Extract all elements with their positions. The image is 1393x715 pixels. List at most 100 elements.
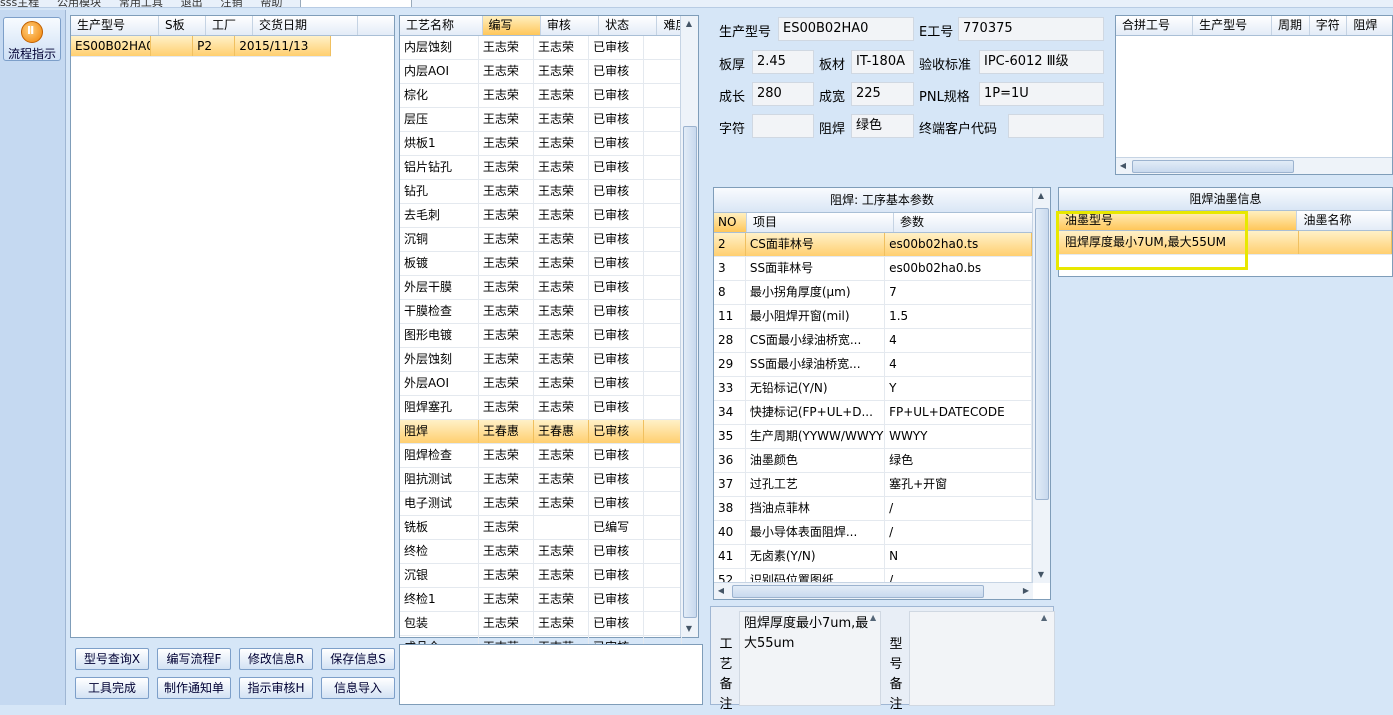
menu-item-exit[interactable]: 退出 [181, 0, 203, 7]
merge-grid[interactable]: 合拼工号 生产型号 周期 字符 阻焊 ◀ [1115, 15, 1393, 175]
menu-item-tools[interactable]: 常用工具 [119, 0, 163, 7]
process-row[interactable]: 板镀 王志荣 王志荣 已审核 [400, 252, 682, 276]
process-row[interactable]: 内层AOI 王志荣 王志荣 已审核 [400, 60, 682, 84]
process-row[interactable]: 外层干膜 王志荣 王志荣 已审核 [400, 276, 682, 300]
col-merge-number[interactable]: 合拼工号 [1116, 16, 1194, 35]
col-solder-mask[interactable]: 阻焊 [1347, 16, 1392, 35]
process-row[interactable]: 终检 王志荣 王志荣 已审核 [400, 540, 682, 564]
character-field[interactable] [752, 114, 814, 138]
col-process-name[interactable]: 工艺名称 [400, 16, 483, 35]
col-reviewer[interactable]: 审核 [541, 16, 600, 35]
material-field[interactable]: IT-180A [851, 50, 914, 74]
scroll-down-icon[interactable]: ▼ [1033, 567, 1049, 583]
note-scroll-up-icon[interactable]: ▲ [870, 613, 880, 622]
process-row[interactable]: 终检1 王志荣 王志荣 已审核 [400, 588, 682, 612]
menu-item-logout[interactable]: 注销 [221, 0, 243, 7]
save-info-button[interactable]: 保存信息S [321, 648, 395, 670]
col-status[interactable]: 状态 [599, 16, 658, 35]
scroll-thumb[interactable] [1132, 160, 1294, 173]
merge-horizontal-scrollbar[interactable]: ◀ [1116, 157, 1392, 174]
process-row[interactable]: 钻孔 王志荣 王志荣 已审核 [400, 180, 682, 204]
parameter-row[interactable]: 40 最小导体表面阻焊... / [714, 521, 1032, 545]
e-number-field[interactable]: 770375 [958, 17, 1104, 41]
model-field[interactable]: ES00B02HA0 [778, 17, 914, 41]
parameter-row[interactable]: 41 无卤素(Y/N) N [714, 545, 1032, 569]
menu-item-common[interactable]: 公用模块 [57, 0, 101, 7]
parameter-row[interactable]: 2 CS面菲林号 es00b02ha0.ts [714, 233, 1032, 257]
process-row[interactable]: 棕化 王志荣 王志荣 已审核 [400, 84, 682, 108]
solder-mask-field[interactable]: 绿色 [851, 114, 914, 138]
process-row[interactable]: 沉铜 王志荣 王志荣 已审核 [400, 228, 682, 252]
process-row[interactable]: 去毛刺 王志荣 王志荣 已审核 [400, 204, 682, 228]
parameter-row[interactable]: 33 无铅标记(Y/N) Y [714, 377, 1032, 401]
process-row[interactable]: 阻焊检查 王志荣 王志荣 已审核 [400, 444, 682, 468]
col-delivery-date[interactable]: 交货日期 [253, 16, 358, 35]
process-row[interactable]: 阻焊 王春惠 王春惠 已审核 [400, 420, 682, 444]
flow-indicator-button[interactable]: 流程指示 [3, 17, 61, 61]
parameter-row[interactable]: 35 生产周期(YYWW/WWYY) WWYY [714, 425, 1032, 449]
parameter-row[interactable]: 29 SS面最小绿油桥宽... 4 [714, 353, 1032, 377]
pnl-field[interactable]: 1P=1U [979, 82, 1104, 106]
scroll-down-icon[interactable]: ▼ [681, 621, 697, 637]
scroll-up-icon[interactable]: ▲ [1033, 188, 1049, 204]
col-merge-model[interactable]: 生产型号 [1193, 16, 1273, 35]
process-vertical-scrollbar[interactable]: ▲ ▼ [680, 16, 698, 637]
menu-search-field[interactable] [300, 0, 413, 7]
col-writer[interactable]: 编写 [482, 16, 541, 35]
process-row[interactable]: 铣板 王志荣 已编写 [400, 516, 682, 540]
review-instruction-button[interactable]: 指示审核H [239, 677, 313, 699]
parameter-row[interactable]: 8 最小拐角厚度(μm) 7 [714, 281, 1032, 305]
scroll-thumb[interactable] [683, 126, 697, 618]
process-row[interactable]: 沉银 王志荣 王志荣 已审核 [400, 564, 682, 588]
col-oil-name[interactable]: 油墨名称 [1297, 211, 1392, 230]
col-period[interactable]: 周期 [1272, 16, 1310, 35]
col-factory[interactable]: 工厂 [206, 16, 253, 35]
scroll-right-icon[interactable]: ▶ [1019, 583, 1033, 598]
menu-item-main[interactable]: sss主程 [0, 0, 39, 7]
thickness-field[interactable]: 2.45 [752, 50, 814, 74]
col-character[interactable]: 字符 [1310, 16, 1348, 35]
parameter-row[interactable]: 37 过孔工艺 塞孔+开窗 [714, 473, 1032, 497]
scroll-thumb[interactable] [1035, 208, 1049, 500]
scroll-left-icon[interactable]: ◀ [1116, 158, 1130, 173]
write-flow-button[interactable]: 编写流程F [157, 648, 231, 670]
col-no[interactable]: NO [714, 213, 747, 232]
process-row[interactable]: 内层蚀刻 王志荣 王志荣 已审核 [400, 36, 682, 60]
process-row[interactable]: 阻抗测试 王志荣 王志荣 已审核 [400, 468, 682, 492]
parameter-row[interactable]: 11 最小阻焊开窗(mil) 1.5 [714, 305, 1032, 329]
parameter-row[interactable]: 28 CS面最小绿油桥宽... 4 [714, 329, 1032, 353]
col-item[interactable]: 项目 [747, 213, 894, 232]
process-row[interactable]: 层压 王志荣 王志荣 已审核 [400, 108, 682, 132]
make-notice-button[interactable]: 制作通知单 [157, 677, 231, 699]
process-row[interactable]: 铝片钻孔 王志荣 王志荣 已审核 [400, 156, 682, 180]
standard-field[interactable]: IPC-6012 Ⅲ级 [979, 50, 1104, 74]
col-value[interactable]: 参数 [894, 213, 1049, 232]
process-grid[interactable]: 工艺名称 编写 审核 状态 难度 内层蚀刻 王志荣 王志荣 已审核 内层AOI 王志荣 王志… [399, 15, 699, 660]
client-code-field[interactable] [1008, 114, 1104, 138]
menu-item-help[interactable]: 帮助 [260, 0, 282, 7]
modify-info-button[interactable]: 修改信息R [239, 648, 313, 670]
process-row[interactable]: 外层AOI 王志荣 王志荣 已审核 [400, 372, 682, 396]
note-scroll-up-icon-2[interactable]: ▲ [1041, 613, 1051, 622]
product-grid[interactable]: 生产型号 S板 工厂 交货日期 ES00B02HA0 P2 2015/11/13 [70, 15, 395, 638]
process-row[interactable]: 包装 王志荣 王志荣 已审核 [400, 612, 682, 636]
parameter-row[interactable]: 3 SS面菲林号 es00b02ha0.bs [714, 257, 1032, 281]
parameter-row[interactable]: 38 挡油点菲林 / [714, 497, 1032, 521]
product-row[interactable]: ES00B02HA0 P2 2015/11/13 [71, 36, 331, 57]
scroll-thumb[interactable] [732, 585, 984, 598]
parameters-vertical-scrollbar[interactable]: ▲ ▼ [1032, 188, 1050, 583]
tool-done-button[interactable]: 工具完成 [75, 677, 149, 699]
width-field[interactable]: 225 [851, 82, 914, 106]
model-note-text[interactable] [909, 611, 1055, 706]
process-note-text[interactable]: 阻焊厚度最小7um,最大55um [739, 611, 881, 706]
query-model-button[interactable]: 型号查询X [75, 648, 149, 670]
col-s-board[interactable]: S板 [159, 16, 206, 35]
length-field[interactable]: 280 [752, 82, 814, 106]
process-row[interactable]: 电子测试 王志荣 王志荣 已审核 [400, 492, 682, 516]
process-row[interactable]: 烘板1 王志荣 王志荣 已审核 [400, 132, 682, 156]
col-model[interactable]: 生产型号 [71, 16, 159, 35]
scroll-left-icon[interactable]: ◀ [714, 583, 728, 598]
parameters-horizontal-scrollbar[interactable]: ◀ ▶ [714, 582, 1033, 599]
process-row[interactable]: 阻焊塞孔 王志荣 王志荣 已审核 [400, 396, 682, 420]
process-row[interactable]: 图形电镀 王志荣 王志荣 已审核 [400, 324, 682, 348]
